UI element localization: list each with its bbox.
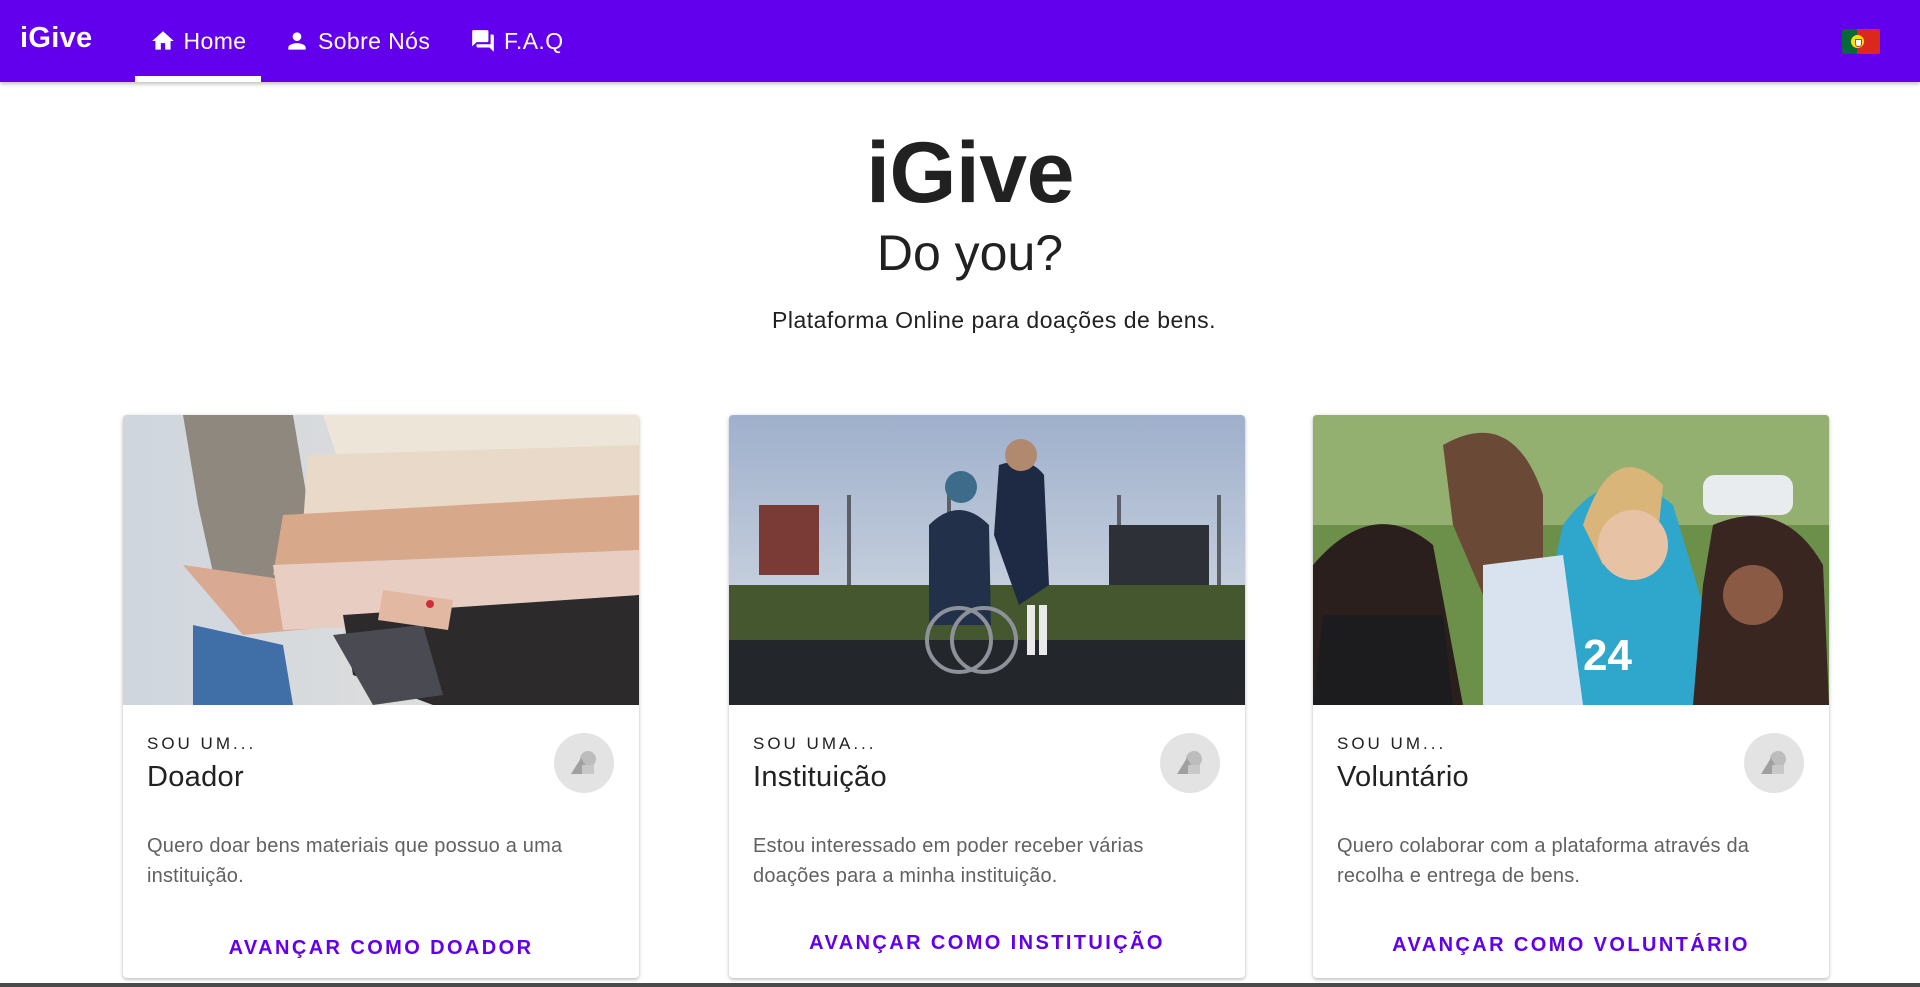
card-title: Voluntário (1337, 761, 1469, 793)
card-voluntario: 24 SOU UM... Voluntário Quero colaborar … (1313, 415, 1829, 978)
tab-faq-label: F.A.Q (504, 27, 564, 54)
tab-home[interactable]: Home (135, 0, 261, 82)
volunteer-children-photo: 24 (1313, 415, 1829, 705)
card-title: Instituição (753, 761, 887, 793)
card-description: Quero doar bens materiais que possuo a u… (147, 835, 563, 887)
tab-faq[interactable]: F.A.Q (470, 0, 564, 82)
card-description: Quero colaborar com a plataforma através… (1337, 835, 1750, 887)
person-icon (288, 32, 306, 50)
brand-logo[interactable]: iGive (20, 22, 92, 55)
card-description: Estou interessado em poder receber vária… (753, 835, 1144, 887)
folded-sweaters-photo (123, 415, 639, 705)
tab-sobre-nos-label: Sobre Nós (318, 27, 431, 54)
avancar-doador-button[interactable]: AVANÇAR COMO DOADOR (123, 937, 639, 960)
avancar-instituicao-button[interactable]: AVANÇAR COMO INSTITUIÇÃO (729, 932, 1245, 955)
window-bottom-edge (0, 983, 1920, 987)
active-tab-indicator (135, 76, 261, 82)
page-title: iGive (866, 125, 1074, 221)
placeholder-avatar-icon (554, 733, 614, 793)
card-overline: SOU UMA... (753, 734, 877, 753)
card-doador: SOU UM... Doador Quero doar bens materia… (123, 415, 639, 978)
forum-icon (472, 30, 494, 52)
card-overline: SOU UM... (147, 734, 257, 753)
placeholder-avatar-icon (1744, 733, 1804, 793)
wheelchair-photo (729, 415, 1245, 705)
placeholder-avatar-icon (1160, 733, 1220, 793)
card-overline: SOU UM... (1337, 734, 1447, 753)
home-icon (151, 31, 174, 50)
page-description: Plataforma Online para doações de bens. (772, 307, 1216, 333)
svg-text:24: 24 (1583, 631, 1632, 680)
top-app-bar: iGive Home Sobre Nós F.A.Q (0, 0, 1920, 82)
avancar-voluntario-button[interactable]: AVANÇAR COMO VOLUNTÁRIO (1313, 934, 1829, 957)
tab-home-label: Home (183, 27, 247, 54)
card-instituicao: SOU UMA... Instituição Estou interessado… (729, 415, 1245, 978)
portugal-flag-icon[interactable] (1842, 29, 1880, 54)
tab-sobre-nos[interactable]: Sobre Nós (284, 0, 430, 82)
page-subtitle: Do you? (876, 225, 1064, 281)
card-title: Doador (147, 761, 244, 793)
